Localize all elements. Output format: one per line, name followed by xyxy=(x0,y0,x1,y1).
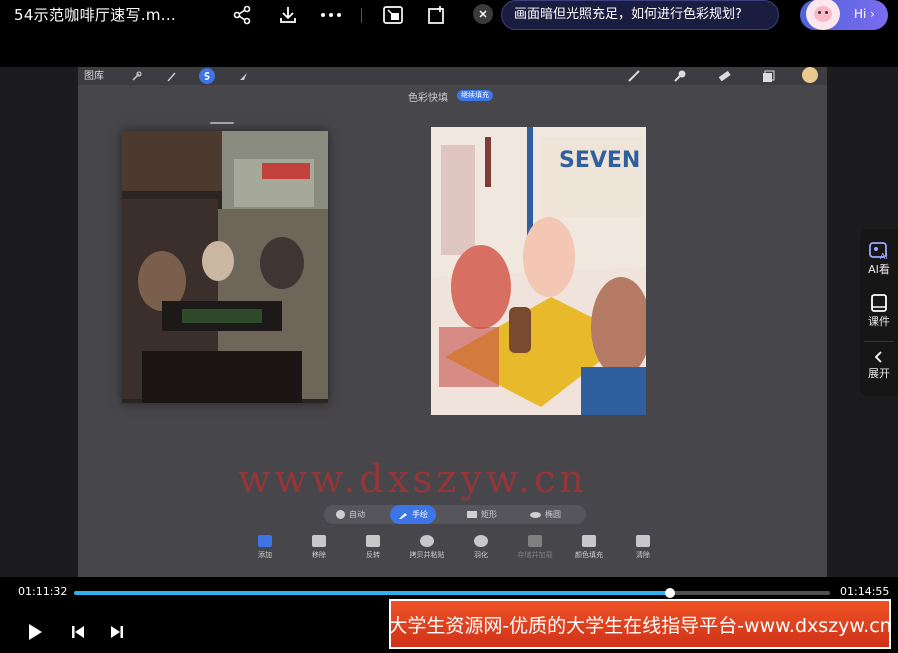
download-icon[interactable] xyxy=(276,3,300,27)
add-icon xyxy=(258,535,272,547)
progress-knob[interactable] xyxy=(664,588,675,598)
close-question-button[interactable] xyxy=(473,4,493,24)
wrench-icon xyxy=(128,68,144,84)
selection-icon xyxy=(199,68,215,84)
mode-freehand-label: 手绘 xyxy=(412,510,428,519)
action-invert[interactable]: 反转 xyxy=(346,535,400,560)
pen-icon xyxy=(399,512,407,519)
toolbar-separator xyxy=(361,8,362,23)
action-color-fill[interactable]: 颜色填充 xyxy=(562,535,616,560)
watermark: www.dxszyw.cn xyxy=(238,457,588,501)
next-button[interactable] xyxy=(106,621,128,643)
total-time: 01:14:55 xyxy=(840,585,890,598)
reference-handle xyxy=(210,122,234,124)
action-invert-label: 反转 xyxy=(366,551,380,559)
action-copy-paste-label: 拷贝并粘贴 xyxy=(409,551,445,559)
procreate-toolbar: 图库 xyxy=(78,67,827,85)
ai-image-icon: AI xyxy=(869,242,888,261)
tool-heading: 色彩快填 xyxy=(408,93,448,104)
promo-banner: 大学生资源网-优质的大学生在线指导平台-www.dxszyw.cn xyxy=(388,599,892,649)
color-swatch xyxy=(802,67,818,83)
current-time: 01:11:32 xyxy=(18,585,68,598)
circle-icon xyxy=(336,510,345,519)
action-remove[interactable]: 移除 xyxy=(292,535,346,560)
selection-mode-bar: 自动 手绘 矩形 椭圆 xyxy=(324,505,586,524)
transform-icon xyxy=(235,68,251,84)
eraser-icon xyxy=(716,68,732,84)
invert-icon xyxy=(366,535,380,547)
courseware-label: 课件 xyxy=(868,315,890,328)
mode-ellipse[interactable]: 椭圆 xyxy=(522,505,569,524)
reference-photo xyxy=(122,131,328,403)
file-title: 54示范咖啡厅速写.m... xyxy=(14,6,176,24)
action-feather[interactable]: 羽化 xyxy=(454,535,508,560)
mode-auto[interactable]: 自动 xyxy=(328,505,373,524)
fill-icon xyxy=(582,535,596,547)
action-remove-label: 移除 xyxy=(312,551,326,559)
action-feather-label: 羽化 xyxy=(474,551,488,559)
ai-watch-label: AI看 xyxy=(868,263,890,276)
mode-auto-label: 自动 xyxy=(349,510,365,519)
action-clear[interactable]: 清除 xyxy=(616,535,670,560)
gallery-label: 图库 xyxy=(84,71,104,82)
layers-icon xyxy=(760,68,776,84)
assistant-avatar xyxy=(806,0,840,30)
side-divider xyxy=(864,341,894,342)
ellipse-icon xyxy=(530,511,541,518)
share-icon[interactable] xyxy=(230,3,254,27)
play-button[interactable] xyxy=(24,621,46,643)
ai-assistant-button[interactable]: Hi › xyxy=(800,0,888,30)
mode-rectangle-label: 矩形 xyxy=(481,510,497,519)
play-icon xyxy=(29,624,42,640)
magic-wand-icon xyxy=(163,68,179,84)
book-icon xyxy=(871,294,887,312)
mode-ellipse-label: 椭圆 xyxy=(545,510,561,519)
save-load-icon xyxy=(528,535,542,547)
selection-actions: 添加 移除 反转 拷贝并粘贴 羽化 存储并加载 颜色填充 清除 xyxy=(238,535,668,567)
action-add-label: 添加 xyxy=(258,551,272,559)
continue-fill-badge: 继续填充 xyxy=(457,90,493,101)
mode-freehand[interactable]: 手绘 xyxy=(390,505,436,524)
more-icon[interactable] xyxy=(319,3,343,27)
top-bar: 54示范咖啡厅速写.m... 画面暗但光照充足，如何进行色彩规划? Hi › xyxy=(0,0,898,30)
video-viewport[interactable]: 图库 色彩快填 继续填充 SEVEN 自动 手绘 矩形 椭圆 添加 移除 反转 … xyxy=(0,67,898,577)
courseware-button[interactable]: 课件 xyxy=(860,293,898,329)
chevron-left-icon xyxy=(874,351,882,363)
svg-text:SEVEN: SEVEN xyxy=(559,148,640,173)
action-clear-label: 清除 xyxy=(636,551,650,559)
ai-watch-button[interactable]: AI AI看 xyxy=(860,241,898,277)
rotate-icon[interactable] xyxy=(424,3,448,27)
copy-paste-icon xyxy=(420,535,434,547)
action-color-fill-label: 颜色填充 xyxy=(575,551,603,559)
player-controls: 01:11:32 01:14:55 大学生资源网-优质的大学生在线指导平台-ww… xyxy=(0,577,898,653)
hi-label: Hi › xyxy=(854,7,875,21)
rectangle-icon xyxy=(467,511,477,518)
expand-button[interactable]: 展开 xyxy=(860,349,898,381)
close-icon xyxy=(479,10,487,18)
side-panel: AI AI看 课件 展开 xyxy=(860,229,898,396)
crop-screen-icon[interactable] xyxy=(381,3,405,27)
smudge-icon xyxy=(672,68,688,84)
progress-fill xyxy=(74,591,670,595)
skip-back-icon xyxy=(72,626,84,638)
skip-forward-icon xyxy=(111,626,123,638)
action-save-load[interactable]: 存储并加载 xyxy=(508,535,562,560)
clear-icon xyxy=(636,535,650,547)
remove-icon xyxy=(312,535,326,547)
mode-rectangle[interactable]: 矩形 xyxy=(459,505,505,524)
feather-icon xyxy=(474,535,488,547)
ai-question-pill[interactable]: 画面暗但光照充足，如何进行色彩规划? xyxy=(501,0,779,30)
svg-text:AI: AI xyxy=(880,252,888,261)
brush-icon xyxy=(626,68,642,84)
artwork-canvas: SEVEN xyxy=(431,127,651,415)
progress-bar[interactable] xyxy=(74,588,830,598)
expand-label: 展开 xyxy=(868,367,890,380)
action-save-load-label: 存储并加载 xyxy=(517,551,553,559)
action-add[interactable]: 添加 xyxy=(238,535,292,560)
previous-button[interactable] xyxy=(67,621,89,643)
action-copy-paste[interactable]: 拷贝并粘贴 xyxy=(400,535,454,560)
